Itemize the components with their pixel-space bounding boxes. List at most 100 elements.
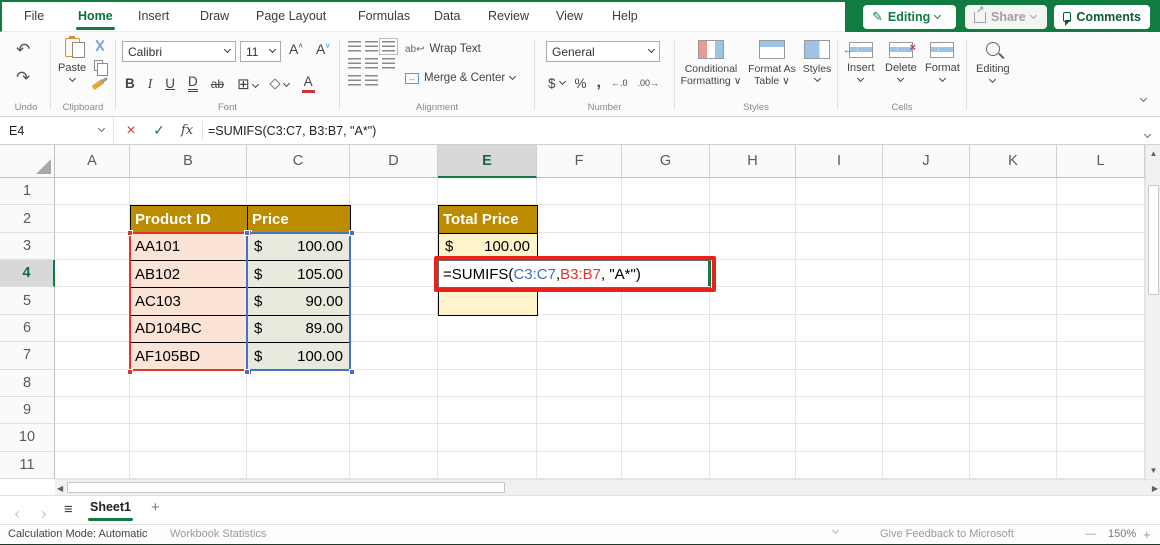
shrink-font-button[interactable]: A˅ <box>316 41 330 57</box>
cell-J10[interactable] <box>883 424 970 451</box>
row-header-7[interactable]: 7 <box>0 342 55 369</box>
select-all-corner[interactable] <box>0 145 55 178</box>
cell-J1[interactable] <box>883 178 970 205</box>
row-header-8[interactable]: 8 <box>0 370 55 397</box>
cell-C5[interactable]: $90.00 <box>247 287 351 315</box>
cell-L1[interactable] <box>1057 178 1145 205</box>
cell-H4[interactable] <box>710 260 796 287</box>
wrap-text-button[interactable]: ab↩ Wrap Text <box>405 43 481 55</box>
cell-E11[interactable] <box>438 452 537 479</box>
cell-I7[interactable] <box>796 342 883 369</box>
cell-K1[interactable] <box>970 178 1057 205</box>
cell-G7[interactable] <box>622 342 710 369</box>
cell-C8[interactable] <box>247 370 350 397</box>
ribbon-tab-home[interactable]: Home <box>74 2 117 31</box>
name-box[interactable]: E4 <box>0 117 114 144</box>
strikethrough-button[interactable]: ab <box>211 77 224 91</box>
insert-cells-button[interactable]: ← Insert <box>847 42 875 83</box>
cell-I1[interactable] <box>796 178 883 205</box>
format-cells-button[interactable]: Format <box>925 42 960 83</box>
cell-D6[interactable] <box>350 315 438 342</box>
cell-K5[interactable] <box>970 287 1057 314</box>
row-header-6[interactable]: 6 <box>0 315 55 342</box>
double-underline-button[interactable]: D <box>188 75 198 92</box>
cell-C11[interactable] <box>247 452 350 479</box>
enter-button[interactable]: ✓ <box>146 117 172 144</box>
horizontal-scroll-thumb[interactable] <box>67 482 505 493</box>
ribbon-tab-help[interactable]: Help <box>608 2 642 31</box>
cell-J4[interactable] <box>883 260 970 287</box>
italic-button[interactable]: I <box>148 76 153 92</box>
decrease-indent-button[interactable] <box>348 75 361 86</box>
cell-D3[interactable] <box>350 233 438 260</box>
editing-mode-button[interactable]: ✎ Editing <box>863 5 956 29</box>
cell-I4[interactable] <box>796 260 883 287</box>
cell-F7[interactable] <box>537 342 622 369</box>
cell-B11[interactable] <box>130 452 247 479</box>
ribbon-tab-insert[interactable]: Insert <box>134 2 173 31</box>
merge-center-button[interactable]: ↔ Merge & Center <box>405 72 515 84</box>
delete-cells-button[interactable]: × Delete <box>885 42 917 83</box>
format-as-table-button[interactable]: Format As Table ∨ <box>746 40 798 87</box>
cell-J9[interactable] <box>883 397 970 424</box>
cell-L8[interactable] <box>1057 370 1145 397</box>
cell-A3[interactable] <box>55 233 130 260</box>
next-sheet-button[interactable] <box>40 506 45 524</box>
cell-K7[interactable] <box>970 342 1057 369</box>
cell-E7[interactable] <box>438 342 537 369</box>
vertical-scrollbar[interactable]: ▲ ▼ <box>1145 145 1160 479</box>
insert-function-button[interactable]: fx <box>174 117 200 144</box>
sheet-tab-sheet1[interactable]: Sheet1 <box>90 500 131 514</box>
currency-format-button[interactable]: $ <box>548 76 556 91</box>
expand-formula-bar-button[interactable] <box>1145 128 1150 142</box>
cell-E2[interactable]: Total Price <box>438 205 538 233</box>
row-header-1[interactable]: 1 <box>0 178 55 205</box>
previous-sheet-button[interactable] <box>16 506 21 524</box>
conditional-formatting-button[interactable]: Conditional Formatting ∨ <box>678 40 744 87</box>
row-header-9[interactable]: 9 <box>0 397 55 424</box>
column-header-g[interactable]: G <box>622 145 710 178</box>
align-center-button[interactable] <box>365 58 378 69</box>
cell-F10[interactable] <box>537 424 622 451</box>
align-right-button[interactable] <box>382 58 395 69</box>
feedback-link[interactable]: Give Feedback to Microsoft <box>880 525 1014 544</box>
cut-button[interactable] <box>94 40 105 51</box>
font-name-select[interactable]: Calibri <box>122 41 236 62</box>
column-header-f[interactable]: F <box>537 145 622 178</box>
cell-L10[interactable] <box>1057 424 1145 451</box>
cell-H7[interactable] <box>710 342 796 369</box>
cell-A6[interactable] <box>55 315 130 342</box>
align-bottom-button[interactable] <box>382 41 395 52</box>
cell-J6[interactable] <box>883 315 970 342</box>
cell-F8[interactable] <box>537 370 622 397</box>
column-header-i[interactable]: I <box>796 145 883 178</box>
cell-K6[interactable] <box>970 315 1057 342</box>
cell-H5[interactable] <box>710 287 796 314</box>
cell-H8[interactable] <box>710 370 796 397</box>
cell-F1[interactable] <box>537 178 622 205</box>
cell-J11[interactable] <box>883 452 970 479</box>
row-header-5[interactable]: 5 <box>0 287 55 314</box>
cell-D4[interactable] <box>350 260 438 287</box>
cell-B4[interactable]: AB102 <box>130 260 248 288</box>
cell-C7[interactable]: $100.00 <box>247 342 351 370</box>
cell-L11[interactable] <box>1057 452 1145 479</box>
cell-I8[interactable] <box>796 370 883 397</box>
cell-I11[interactable] <box>796 452 883 479</box>
cell-B9[interactable] <box>130 397 247 424</box>
cell-G9[interactable] <box>622 397 710 424</box>
sheet-list-menu-button[interactable]: ≡ <box>64 501 73 518</box>
align-left-button[interactable] <box>348 58 361 69</box>
cell-D7[interactable] <box>350 342 438 369</box>
comma-format-button[interactable]: , <box>597 74 601 92</box>
fill-color-button[interactable] <box>271 76 289 91</box>
cell-J2[interactable] <box>883 205 970 232</box>
borders-button[interactable]: ⊞ <box>237 75 258 93</box>
column-header-h[interactable]: H <box>710 145 796 178</box>
cell-I5[interactable] <box>796 287 883 314</box>
copy-button[interactable] <box>94 60 103 71</box>
cell-E10[interactable] <box>438 424 537 451</box>
cell-L7[interactable] <box>1057 342 1145 369</box>
scroll-down-arrow[interactable]: ▼ <box>1146 466 1160 475</box>
cell-D10[interactable] <box>350 424 438 451</box>
